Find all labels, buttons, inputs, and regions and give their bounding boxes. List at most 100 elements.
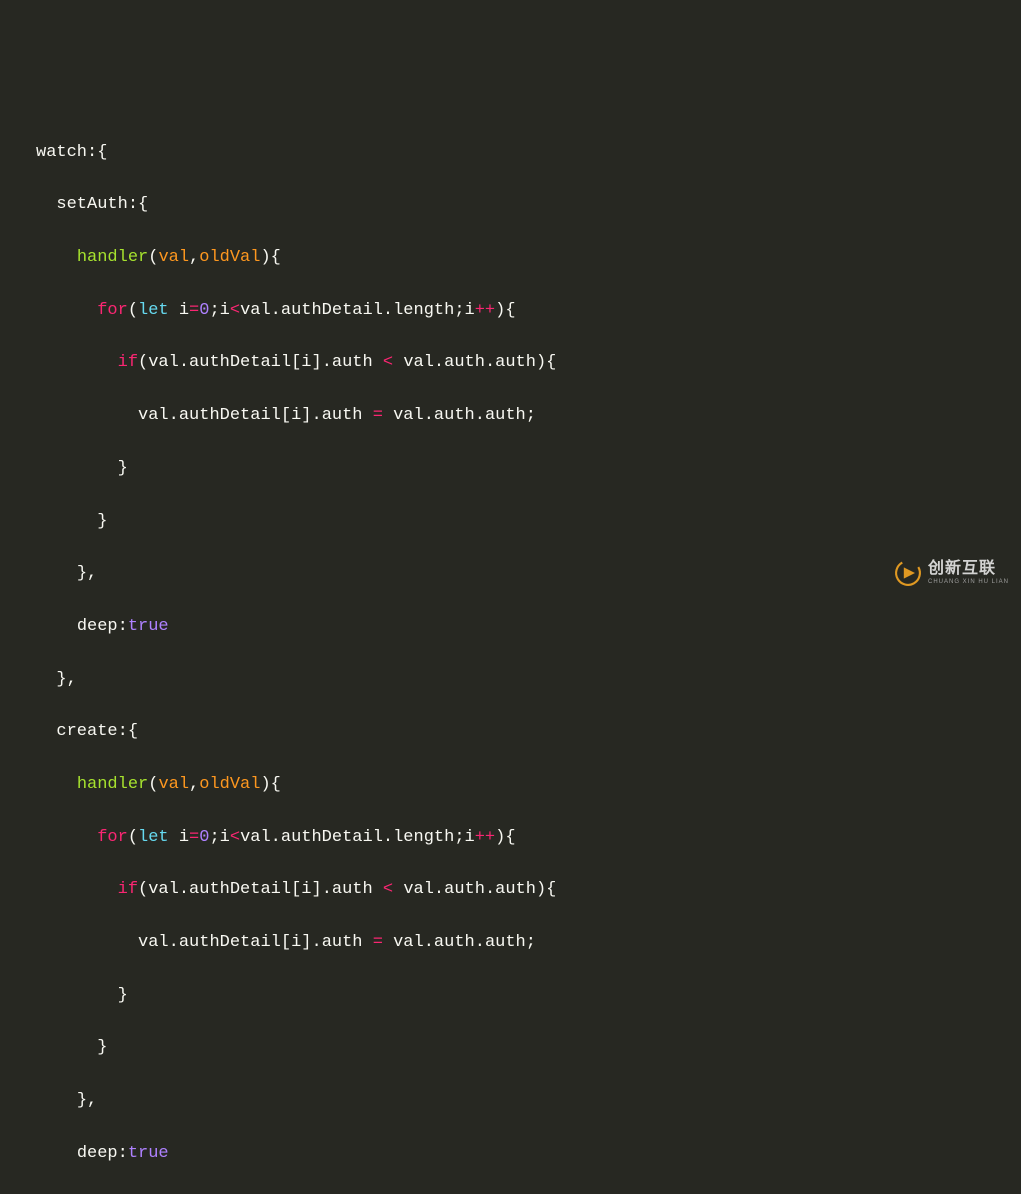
code-editor: watch: { setAuth:{ handler(val,oldVal){ f… bbox=[0, 113, 1021, 1194]
token-bracket: ] bbox=[301, 933, 311, 952]
token-identifier: length bbox=[393, 828, 454, 847]
token-var: i bbox=[220, 828, 230, 847]
token-identifier: auth bbox=[444, 353, 485, 372]
token-keyword: if bbox=[118, 353, 138, 372]
code-line: if(val.authDetail[i].auth < val.auth.aut… bbox=[36, 877, 1021, 903]
token-brace: } bbox=[118, 459, 128, 478]
token-paren: ) bbox=[260, 775, 270, 794]
token-punct: . bbox=[311, 933, 321, 952]
token-paren: ( bbox=[128, 301, 138, 320]
code-line: }, bbox=[36, 561, 1021, 587]
token-punct: . bbox=[179, 353, 189, 372]
token-operator: < bbox=[383, 880, 393, 899]
token-var: i bbox=[179, 828, 189, 847]
token-identifier: val bbox=[138, 933, 169, 952]
token-paren: ( bbox=[138, 353, 148, 372]
token-brace: { bbox=[271, 775, 281, 794]
token-brace: } bbox=[118, 986, 128, 1005]
token-brace: } bbox=[77, 1091, 87, 1110]
token-punct: , bbox=[87, 564, 97, 583]
token-punct: . bbox=[322, 353, 332, 372]
code-line: for(let i=0;i<val.authDetail.length;i++)… bbox=[36, 298, 1021, 324]
token-paren: ( bbox=[148, 775, 158, 794]
token-var: i bbox=[291, 406, 301, 425]
token-paren: ) bbox=[536, 880, 546, 899]
token-identifier: create bbox=[56, 722, 117, 741]
code-line: handler(val,oldVal){ bbox=[36, 772, 1021, 798]
token-param: oldVal bbox=[199, 775, 260, 794]
token-bracket: ] bbox=[311, 880, 321, 899]
token-punct: . bbox=[424, 933, 434, 952]
token-identifier: length bbox=[393, 301, 454, 320]
token-var: i bbox=[465, 301, 475, 320]
token-operator: = bbox=[373, 933, 383, 952]
token-punct: , bbox=[67, 670, 77, 689]
token-identifier: val bbox=[403, 880, 434, 899]
token-var: i bbox=[301, 353, 311, 372]
token-operator: = bbox=[189, 301, 199, 320]
token-punct: . bbox=[434, 880, 444, 899]
token-bracket: [ bbox=[281, 406, 291, 425]
token-punct: . bbox=[271, 301, 281, 320]
token-operator: ++ bbox=[475, 828, 495, 847]
token-identifier: auth bbox=[485, 933, 526, 952]
token-brace: { bbox=[505, 301, 515, 320]
token-identifier: authDetail bbox=[189, 880, 291, 899]
code-line: } bbox=[36, 509, 1021, 535]
code-line: setAuth:{ bbox=[36, 192, 1021, 218]
token-identifier: auth bbox=[434, 933, 475, 952]
token-identifier: auth bbox=[332, 880, 373, 899]
watermark-logo-icon bbox=[894, 559, 922, 587]
token-identifier: authDetail bbox=[281, 828, 383, 847]
code-line: create:{ bbox=[36, 719, 1021, 745]
token-punct: . bbox=[179, 880, 189, 899]
watermark-text: 创新互联 CHUANG XIN HU LIAN bbox=[928, 561, 1009, 585]
token-punct: . bbox=[475, 406, 485, 425]
token-identifier: authDetail bbox=[281, 301, 383, 320]
watermark: 创新互联 CHUANG XIN HU LIAN bbox=[894, 559, 1009, 587]
token-keyword: for bbox=[97, 828, 128, 847]
token-punct: . bbox=[271, 828, 281, 847]
token-bracket: [ bbox=[291, 880, 301, 899]
code-line: if(val.authDetail[i].auth < val.auth.aut… bbox=[36, 350, 1021, 376]
token-storage: let bbox=[138, 828, 169, 847]
code-line: }, bbox=[36, 1088, 1021, 1114]
token-number: 0 bbox=[199, 301, 209, 320]
token-operator: < bbox=[230, 301, 240, 320]
token-identifier: auth bbox=[495, 353, 536, 372]
token-punct: ; bbox=[209, 828, 219, 847]
token-identifier: setAuth bbox=[56, 195, 127, 214]
token-operator: ++ bbox=[475, 301, 495, 320]
token-punct: ; bbox=[454, 301, 464, 320]
token-identifier: deep bbox=[77, 1144, 118, 1163]
token-var: i bbox=[220, 301, 230, 320]
token-storage: let bbox=[138, 301, 169, 320]
token-paren: ) bbox=[495, 301, 505, 320]
code-line: val.authDetail[i].auth = val.auth.auth; bbox=[36, 403, 1021, 429]
token-brace: } bbox=[56, 670, 66, 689]
token-param: val bbox=[158, 248, 189, 267]
token-identifier: auth bbox=[485, 406, 526, 425]
token-identifier: val bbox=[240, 828, 271, 847]
token-identifier: authDetail bbox=[189, 353, 291, 372]
code-line: } bbox=[36, 983, 1021, 1009]
token-number: 0 bbox=[199, 828, 209, 847]
token-punct: . bbox=[434, 353, 444, 372]
code-line: for(let i=0;i<val.authDetail.length;i++)… bbox=[36, 825, 1021, 851]
token-paren: ) bbox=[260, 248, 270, 267]
token-punct: . bbox=[424, 406, 434, 425]
code-line: handler(val,oldVal){ bbox=[36, 245, 1021, 271]
token-brace: { bbox=[505, 828, 515, 847]
token-identifier: val bbox=[240, 301, 271, 320]
token-var: i bbox=[301, 880, 311, 899]
token-punct: ; bbox=[526, 933, 536, 952]
token-bracket: ] bbox=[301, 406, 311, 425]
code-line: } bbox=[36, 1035, 1021, 1061]
token-punct: : bbox=[118, 1144, 128, 1163]
code-line: } bbox=[36, 1193, 1021, 1194]
token-brace: } bbox=[77, 564, 87, 583]
token-punct: . bbox=[322, 880, 332, 899]
token-identifier: watch bbox=[36, 143, 87, 162]
token-var: i bbox=[179, 301, 189, 320]
token-identifier: auth bbox=[322, 406, 363, 425]
